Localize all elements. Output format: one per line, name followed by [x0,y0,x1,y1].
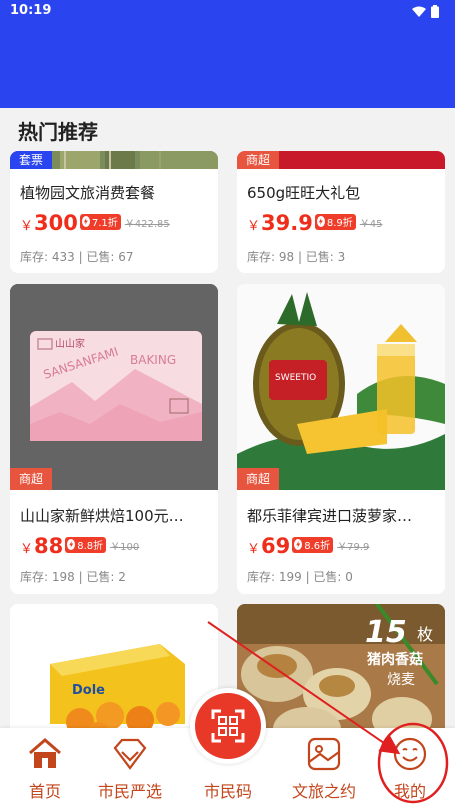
price: 88 [34,534,64,558]
discount-text: 8.8折 [77,541,104,552]
product-name: 都乐菲律宾进口菠萝家… [247,507,413,525]
stock-info: 库存: 98 | 已售: 3 [247,250,346,264]
tab-profile[interactable]: 我的 [370,728,450,810]
status-icons [412,5,439,18]
currency-symbol: ￥ [247,219,261,234]
status-bar: 10:19 [0,0,455,24]
discount-text: 7.1折 [91,218,118,229]
currency-symbol: ￥ [20,542,34,557]
category-badge: 商超 [10,468,53,490]
product-image: 山山家 SANSANFAMI BAKING [10,284,218,490]
price: 69 [261,534,291,558]
product-card[interactable]: 15 枚 猪肉香菇 烧麦 [237,604,445,744]
lightning-icon [316,216,325,227]
product-image: 15 枚 猪肉香菇 烧麦 [237,604,445,744]
tab-home[interactable]: 首页 [5,728,85,810]
unit-text: 枚 [417,625,433,644]
stock-info: 库存: 198 | 已售: 2 [20,570,126,584]
section-title: 热门推荐 [18,120,98,144]
dish-text: 烧麦 [387,672,415,688]
box-brand-text: Dole [72,683,105,698]
original-price: ￥79.9 [337,542,370,553]
discount-text: 8.6折 [304,541,331,552]
tab-label: 文旅之约 [291,782,356,801]
scan-code-button[interactable] [190,688,266,764]
header-banner [0,24,455,108]
tab-label: 首页 [28,782,61,801]
original-price: ￥45 [359,219,383,230]
scan-button-fill [195,693,261,759]
lightning-icon [294,539,303,550]
tab-label: 市民码 [203,782,252,801]
stock-info: 库存: 433 | 已售: 67 [20,250,134,264]
home-icon [29,738,61,768]
flavor-text: 猪肉香菇 [366,651,423,668]
currency-symbol: ￥ [247,542,261,557]
tab-label: 市民严选 [97,782,162,801]
product-name: 植物园文旅消费套餐 [20,184,156,202]
product-card[interactable]: Dole [10,604,218,744]
status-time: 10:19 [10,3,52,18]
price-row: ￥ 69 8.6折 ￥79.9 [247,534,369,558]
tab-label: 我的 [393,782,426,801]
wifi-icon [412,6,426,17]
count-text: 15 [365,615,407,650]
discount-badge: 7.1折 [79,213,121,230]
product-image: Dole [10,604,218,744]
product-name: 山山家新鲜烘焙100元… [20,507,184,525]
price-row: ￥ 300 7.1折 ￥422.85 [20,211,170,235]
discount-text: 8.9折 [326,218,353,229]
price-row: ￥ 88 8.8折 ￥100 [20,534,139,558]
card-baking-text: BAKING [130,353,176,367]
price: 39.9 [261,211,313,235]
diamond-icon [113,738,147,770]
product-name: 650g旺旺大礼包 [247,184,361,202]
product-card[interactable]: 商超 650g旺旺大礼包 ￥ 39.9 8.9折 ￥45 库存: 98 | 已售… [237,151,445,273]
product-card[interactable]: 山山家 SANSANFAMI BAKING 商超 山山家新鲜烘焙100元… ￥ … [10,284,218,594]
product-card[interactable]: SWEETIO 商超 都乐菲律宾进口菠萝家… ￥ 69 8.6折 ￥79.9 库… [237,284,445,594]
qr-scan-icon [211,709,245,743]
tab-selection[interactable]: 市民严选 [90,728,170,810]
original-price: ￥100 [110,542,140,553]
price: 300 [34,211,78,235]
category-badge: 商超 [237,468,280,490]
smiley-face-icon [393,737,427,771]
discount-badge: 8.9折 [314,213,356,230]
battery-icon [431,5,439,18]
image-icon [307,737,341,771]
currency-symbol: ￥ [20,219,34,234]
discount-badge: 8.6折 [292,536,334,553]
card-brand-text: 山山家 [55,337,85,350]
discount-badge: 8.8折 [65,536,107,553]
product-card[interactable]: 套票 植物园文旅消费套餐 ￥ 300 7.1折 ￥422.85 库存: 433 … [10,151,218,273]
lightning-icon [81,216,90,227]
original-price: ￥422.85 [124,219,170,230]
product-image: SWEETIO [237,284,445,490]
stock-info: 库存: 199 | 已售: 0 [247,570,353,584]
pineapple-label-text: SWEETIO [275,373,316,383]
price-row: ￥ 39.9 8.9折 ￥45 [247,211,382,235]
tab-culture-travel[interactable]: 文旅之约 [284,728,364,810]
category-badge: 套票 [10,151,53,169]
lightning-icon [67,539,76,550]
category-badge: 商超 [237,151,280,169]
